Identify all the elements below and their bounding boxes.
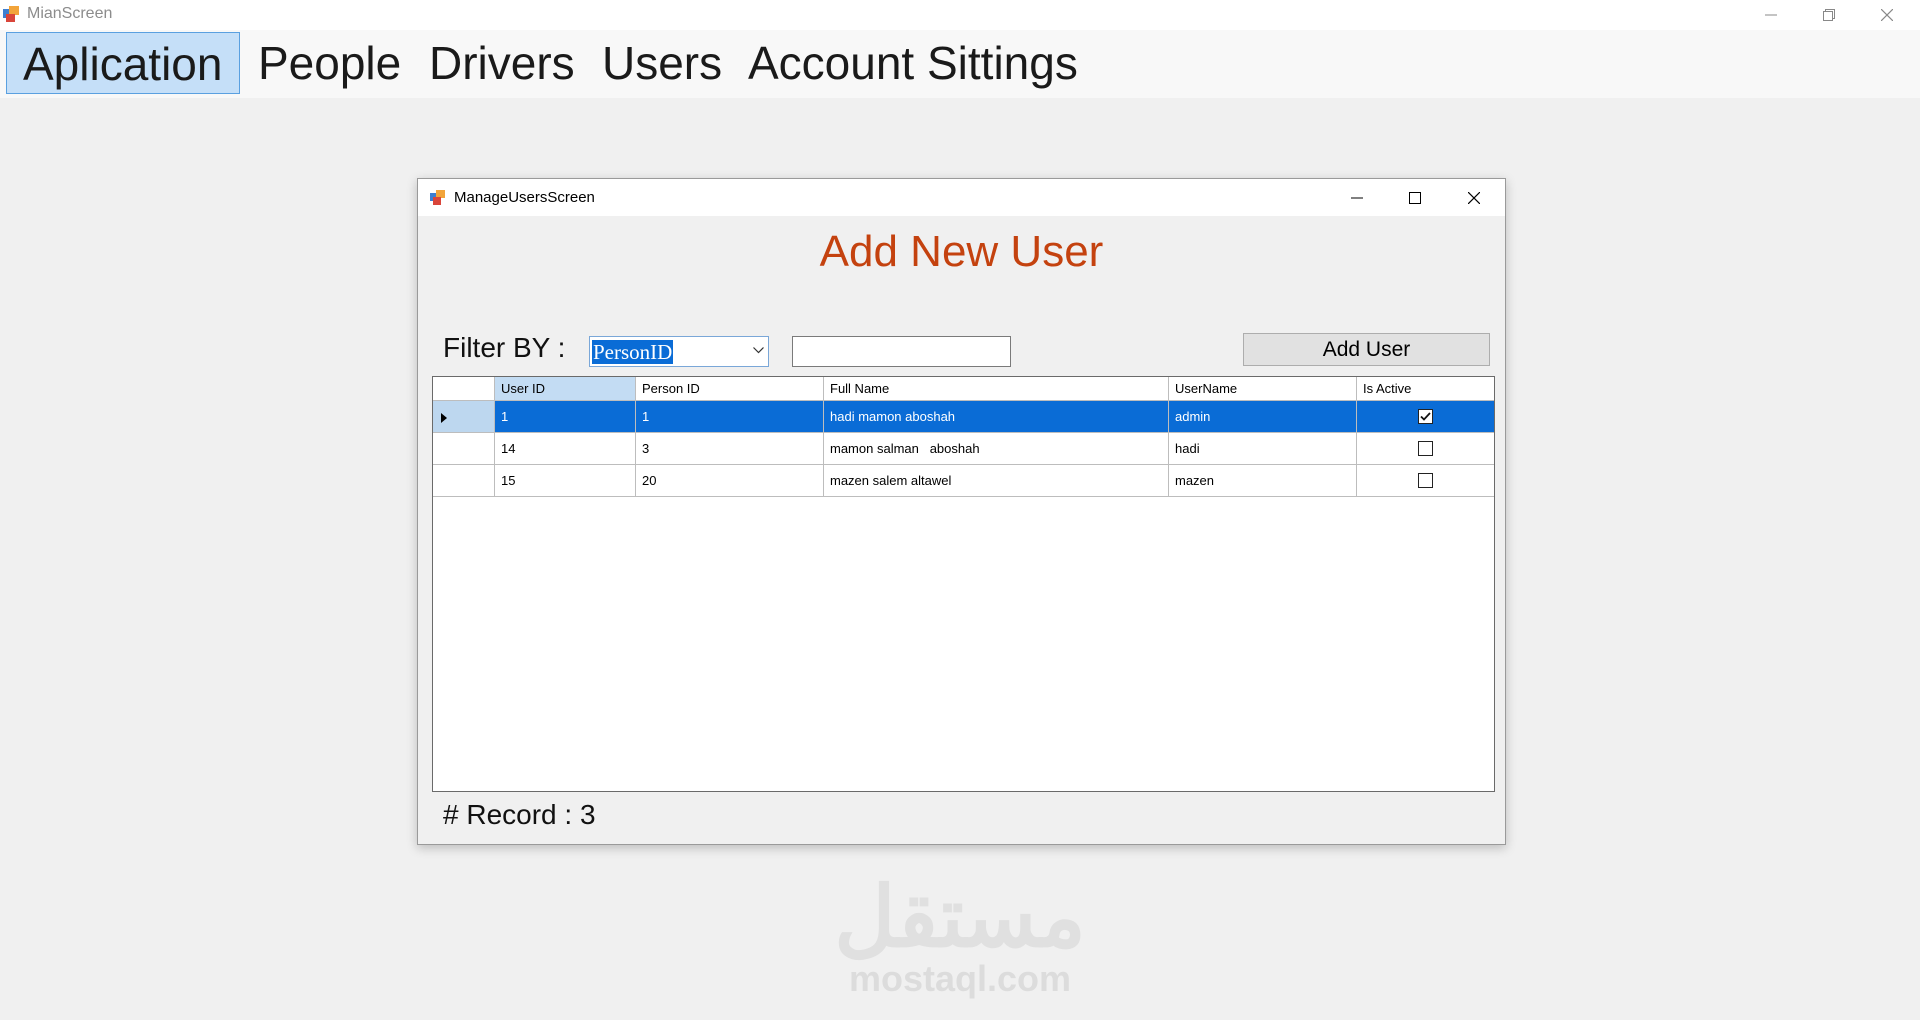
cell-person-id[interactable]: 20: [636, 465, 824, 497]
column-header-is-active[interactable]: Is Active: [1357, 377, 1494, 401]
cell-full-name[interactable]: mazen salem altawel: [824, 465, 1169, 497]
cell-username[interactable]: mazen: [1169, 465, 1357, 497]
menu-item-aplication[interactable]: Aplication: [6, 32, 240, 94]
menu-item-users[interactable]: Users: [586, 32, 738, 94]
record-count: # Record : 3: [443, 799, 596, 831]
checkbox-checked-icon[interactable]: [1418, 409, 1433, 424]
cell-user-id[interactable]: 14: [495, 433, 636, 465]
app-icon: [3, 6, 19, 22]
maximize-icon: [1409, 191, 1421, 204]
watermark-logo-text: mostaql.com: [848, 958, 1072, 999]
row-pointer-icon: [441, 413, 447, 423]
cell-is-active[interactable]: [1357, 465, 1494, 497]
close-button[interactable]: [1858, 0, 1916, 30]
restore-button[interactable]: [1800, 0, 1858, 30]
close-icon: [1468, 191, 1480, 204]
filter-value-input[interactable]: [792, 336, 1011, 367]
column-header-full-name[interactable]: Full Name: [824, 377, 1169, 401]
cell-person-id[interactable]: 1: [636, 401, 824, 433]
child-window-title: ManageUsersScreen: [454, 189, 595, 206]
cell-is-active[interactable]: [1357, 401, 1494, 433]
row-header[interactable]: [433, 433, 495, 465]
filter-label: Filter BY :: [443, 332, 566, 363]
chevron-down-icon[interactable]: [753, 347, 764, 354]
checkbox-empty-icon[interactable]: [1418, 441, 1433, 456]
menu-item-people[interactable]: People: [242, 32, 417, 94]
column-header-person-id[interactable]: Person ID: [636, 377, 824, 401]
cell-person-id[interactable]: 3: [636, 433, 824, 465]
record-label: # Record :: [443, 799, 573, 830]
column-header-username[interactable]: UserName: [1169, 377, 1357, 401]
users-grid[interactable]: User ID Person ID Full Name UserName Is …: [432, 376, 1495, 792]
record-value: 3: [579, 799, 596, 830]
restore-icon: [1823, 9, 1835, 21]
checkbox-empty-icon[interactable]: [1418, 473, 1433, 488]
column-header-user-id[interactable]: User ID: [495, 377, 636, 401]
cell-is-active[interactable]: [1357, 433, 1494, 465]
menu-bar: Aplication People Drivers Users Account …: [0, 30, 1920, 98]
watermark-logo-arabic: مستقل: [834, 870, 1086, 964]
cell-username[interactable]: admin: [1169, 401, 1357, 433]
page-heading: Add New User: [819, 227, 1104, 276]
add-user-button[interactable]: Add User: [1243, 333, 1490, 366]
cell-user-id[interactable]: 1: [495, 401, 636, 433]
table-row[interactable]: 14 3 mamon salman aboshah hadi: [433, 433, 1494, 465]
filter-by-selected: PersonID: [592, 340, 674, 364]
menu-item-account-sittings[interactable]: Account Sittings: [732, 32, 1094, 94]
table-row[interactable]: 1 1 hadi mamon aboshah admin: [433, 401, 1494, 433]
main-title-bar: MianScreen: [0, 0, 1920, 30]
child-title-bar: ManageUsersScreen: [418, 179, 1505, 216]
child-minimize-button[interactable]: [1328, 179, 1386, 216]
child-close-button[interactable]: [1445, 179, 1503, 216]
cell-full-name[interactable]: mamon salman aboshah: [824, 433, 1169, 465]
app-icon: [430, 190, 445, 205]
table-row[interactable]: 15 20 mazen salem altawel mazen: [433, 465, 1494, 497]
row-header-corner[interactable]: [433, 377, 495, 401]
filter-by-combobox[interactable]: PersonID: [589, 336, 769, 367]
cell-user-id[interactable]: 15: [495, 465, 636, 497]
grid-header-row: User ID Person ID Full Name UserName Is …: [433, 377, 1494, 401]
manage-users-window: ManageUsersScreen Add New User Filter BY…: [417, 178, 1506, 845]
cell-full-name[interactable]: hadi mamon aboshah: [824, 401, 1169, 433]
cell-username[interactable]: hadi: [1169, 433, 1357, 465]
child-maximize-button[interactable]: [1386, 179, 1444, 216]
row-header[interactable]: [433, 401, 495, 433]
row-header[interactable]: [433, 465, 495, 497]
minimize-icon: [1351, 197, 1363, 198]
close-icon: [1881, 9, 1893, 21]
menu-item-drivers[interactable]: Drivers: [413, 32, 591, 94]
minimize-button[interactable]: [1742, 0, 1800, 30]
minimize-icon: [1765, 14, 1777, 16]
window-title: MianScreen: [27, 5, 113, 22]
